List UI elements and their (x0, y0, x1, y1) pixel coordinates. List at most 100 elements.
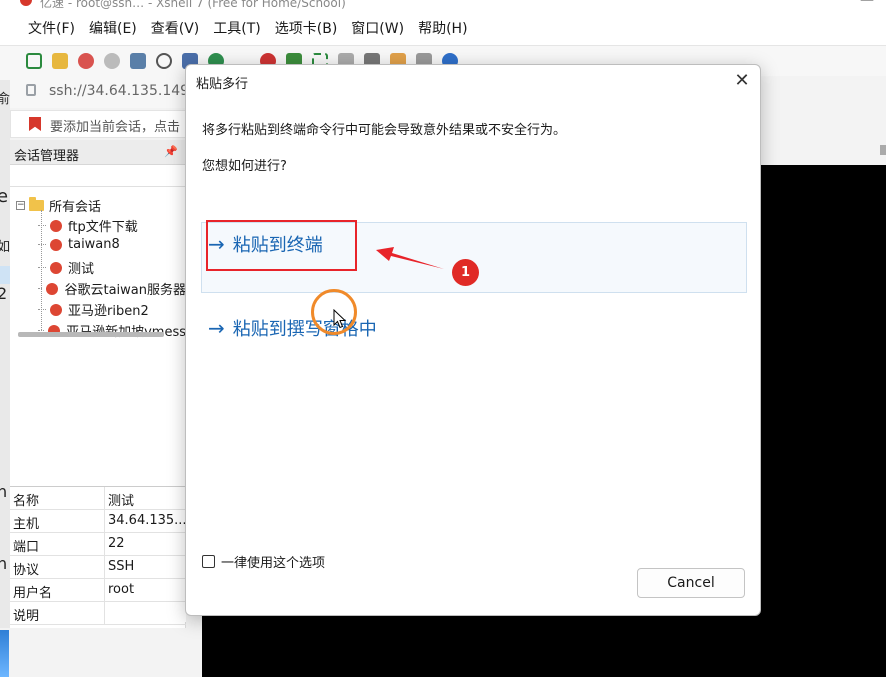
session-item[interactable]: taiwan8 (38, 237, 186, 252)
session-icon (50, 261, 62, 274)
right-panel-fragment (760, 76, 886, 165)
session-icon (50, 238, 62, 251)
tree-root-all-sessions[interactable]: − 所有会话 (16, 196, 101, 215)
prop-key: 名称 (13, 494, 40, 509)
tree-line (38, 309, 46, 310)
bookmark-icon[interactable] (29, 117, 41, 131)
column-divider (104, 487, 105, 510)
warning-text: 将多行粘贴到终端命令行中可能会导致意外结果或不安全行为。 (202, 123, 567, 138)
search-icon[interactable] (156, 53, 172, 69)
disconnect-icon[interactable] (104, 53, 120, 69)
tree-line (38, 330, 45, 331)
tree-line (38, 267, 46, 268)
column-divider (104, 533, 105, 556)
session-properties-table: 名称 测试 主机 34.64.135... 端口 22 协议 SSH 用户名 r… (10, 486, 186, 625)
prop-key: 协议 (13, 563, 40, 578)
menu-file[interactable]: 文件(F) (28, 18, 75, 38)
menu-help[interactable]: 帮助(H) (418, 18, 467, 38)
edge-text: h (0, 482, 8, 501)
window-title: 亿速 - root@ssh… - Xshell 7 (Free for Home… (40, 0, 346, 10)
collapse-toggle-icon[interactable]: − (16, 201, 25, 210)
cancel-button[interactable]: Cancel (637, 568, 745, 598)
session-search-input[interactable] (10, 165, 186, 187)
annotation-arrow-icon (376, 247, 444, 269)
status-area (0, 628, 202, 677)
prop-value: SSH (108, 559, 135, 574)
table-row: 端口 22 (10, 533, 186, 556)
session-item[interactable]: 亚马逊新加坡vmess (38, 321, 186, 340)
table-row: 用户名 root (10, 579, 186, 602)
session-label: ftp文件下载 (68, 220, 138, 235)
mouse-cursor-icon (333, 309, 347, 329)
menu-tools[interactable]: 工具(T) (213, 18, 260, 38)
prop-value: 测试 (108, 494, 135, 509)
pin-icon[interactable]: 📌 (164, 145, 178, 158)
session-label: 亚马逊riben2 (68, 304, 149, 319)
tree-line (38, 244, 46, 245)
title-bar: 亿速 - root@ssh… - Xshell 7 (Free for Home… (0, 0, 886, 10)
prop-value: 22 (108, 536, 125, 551)
minimize-icon[interactable]: — (860, 0, 874, 8)
session-manager-header: 会话管理器 📌 (10, 140, 186, 165)
annotation-step-badge: 1 (452, 259, 479, 286)
lock-icon (26, 84, 36, 96)
tree-line (38, 288, 43, 289)
app-logo-icon (20, 0, 32, 6)
dialog-title: 粘贴多行 (196, 77, 249, 92)
new-session-icon[interactable] (26, 53, 42, 69)
prop-key: 主机 (13, 517, 40, 532)
column-divider (104, 556, 105, 579)
menu-edit[interactable]: 编辑(E) (89, 18, 137, 38)
prop-key: 说明 (13, 609, 40, 624)
table-row: 名称 测试 (10, 487, 186, 510)
table-row: 主机 34.64.135... (10, 510, 186, 533)
edge-text: e (0, 186, 9, 207)
paste-multiline-dialog: 粘贴多行 ✕ 将多行粘贴到终端命令行中可能会导致意外结果或不安全行为。 您想如何… (185, 64, 761, 616)
menu-bar: 文件(F) 编辑(E) 查看(V) 工具(T) 选项卡(B) 窗口(W) 帮助(… (0, 10, 886, 46)
panel-horizontal-scrollbar[interactable] (18, 332, 164, 337)
properties-icon[interactable] (130, 53, 146, 69)
taskbar-icon[interactable] (0, 630, 9, 677)
session-manager-title: 会话管理器 (14, 149, 80, 164)
session-label: taiwan8 (68, 237, 120, 252)
close-button[interactable]: ✕ (730, 70, 754, 92)
column-divider (104, 602, 105, 625)
edge-text: 2 (0, 284, 8, 303)
session-label: 谷歌云taiwan服务器 (64, 283, 186, 298)
edge-text: h (0, 554, 8, 573)
checkbox-box[interactable] (202, 555, 215, 568)
checkbox-label: 一律使用这个选项 (221, 556, 326, 571)
prop-key: 用户名 (13, 586, 53, 601)
session-icon (46, 282, 59, 295)
table-row: 协议 SSH (10, 556, 186, 579)
session-icon (50, 219, 62, 232)
menu-view[interactable]: 查看(V) (151, 18, 200, 38)
menu-tabs[interactable]: 选项卡(B) (275, 18, 338, 38)
prop-key: 端口 (13, 540, 40, 555)
question-text: 您想如何进行? (202, 159, 287, 174)
connect-icon[interactable] (78, 53, 94, 69)
table-row: 说明 (10, 602, 186, 625)
session-label: 亚马逊新加坡vmess (66, 321, 186, 340)
annotation-highlight-box (206, 220, 357, 271)
tree-root-label: 所有会话 (49, 200, 102, 215)
session-label: 测试 (68, 262, 95, 277)
session-item[interactable]: ftp文件下载 (38, 216, 186, 235)
prop-value: root (108, 582, 135, 597)
arrow-right-icon: → (208, 316, 225, 340)
edge-text: 如 (0, 240, 10, 255)
always-use-option-checkbox[interactable]: 一律使用这个选项 (202, 552, 325, 571)
session-icon (50, 303, 62, 316)
hint-text: 要添加当前会话，点击 (50, 120, 181, 135)
open-folder-icon[interactable] (52, 53, 68, 69)
session-item[interactable]: 测试 (38, 258, 186, 277)
session-item[interactable]: 亚马逊riben2 (38, 300, 186, 319)
scroll-indicator[interactable] (880, 145, 886, 155)
prop-value: 34.64.135... (108, 513, 186, 528)
menu-window[interactable]: 窗口(W) (351, 18, 404, 38)
column-divider (104, 579, 105, 602)
edge-text: 俞 (0, 92, 10, 107)
left-edge-fragment: 俞 e 如 2 h h (0, 80, 10, 677)
session-item[interactable]: 谷歌云taiwan服务器 (38, 279, 186, 298)
column-divider (104, 510, 105, 533)
